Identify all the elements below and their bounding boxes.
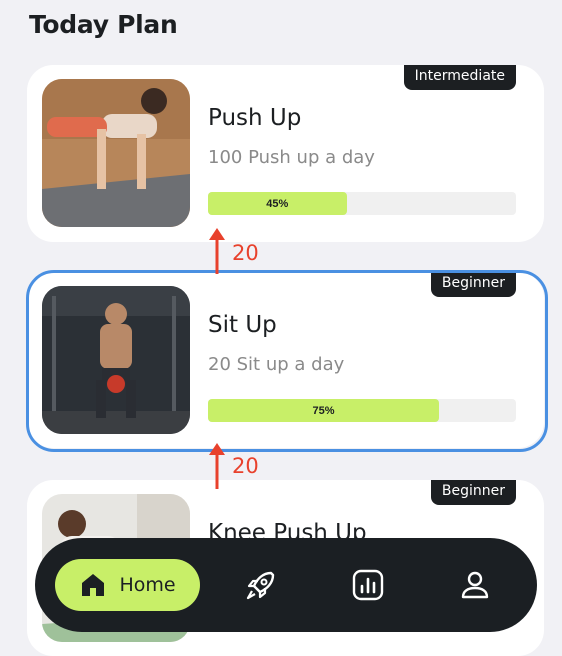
- plan-title: Sit Up: [208, 312, 277, 338]
- annotation-label: 20: [232, 454, 259, 478]
- progress-bar: 45%: [208, 192, 516, 215]
- nav-explore-button[interactable]: [243, 567, 279, 603]
- level-badge: Intermediate: [403, 65, 516, 90]
- nav-profile-button[interactable]: [457, 567, 493, 603]
- annotation-arrow: [209, 228, 225, 274]
- plan-subtitle: 100 Push up a day: [208, 147, 375, 168]
- progress-label: 75%: [312, 404, 335, 417]
- annotation-label: 20: [232, 241, 259, 265]
- progress-fill: 45%: [208, 192, 347, 215]
- chart-icon: [352, 569, 384, 601]
- page-title: Today Plan: [29, 10, 178, 39]
- plan-title: Push Up: [208, 105, 302, 131]
- level-badge: Beginner: [430, 480, 516, 505]
- home-icon: [82, 574, 105, 596]
- bottom-navigation: Home: [35, 538, 537, 632]
- plan-card-push-up[interactable]: Intermediate Push Up 100 Push up a day 4…: [27, 65, 544, 242]
- progress-bar: 75%: [208, 399, 516, 422]
- profile-icon: [461, 571, 489, 599]
- nav-stats-button[interactable]: [350, 567, 386, 603]
- exercise-thumbnail: [42, 286, 190, 434]
- progress-label: 45%: [266, 197, 289, 210]
- exercise-thumbnail: [42, 79, 190, 227]
- nav-home-button[interactable]: Home: [55, 559, 200, 611]
- rocket-icon: [246, 571, 275, 600]
- plan-card-sit-up[interactable]: Beginner Sit Up 20 Sit up a day 75%: [27, 272, 544, 448]
- annotation-arrow: [209, 443, 225, 489]
- level-badge: Beginner: [430, 272, 516, 297]
- nav-home-label: Home: [119, 574, 176, 596]
- plan-subtitle: 20 Sit up a day: [208, 354, 345, 375]
- progress-fill: 75%: [208, 399, 439, 422]
